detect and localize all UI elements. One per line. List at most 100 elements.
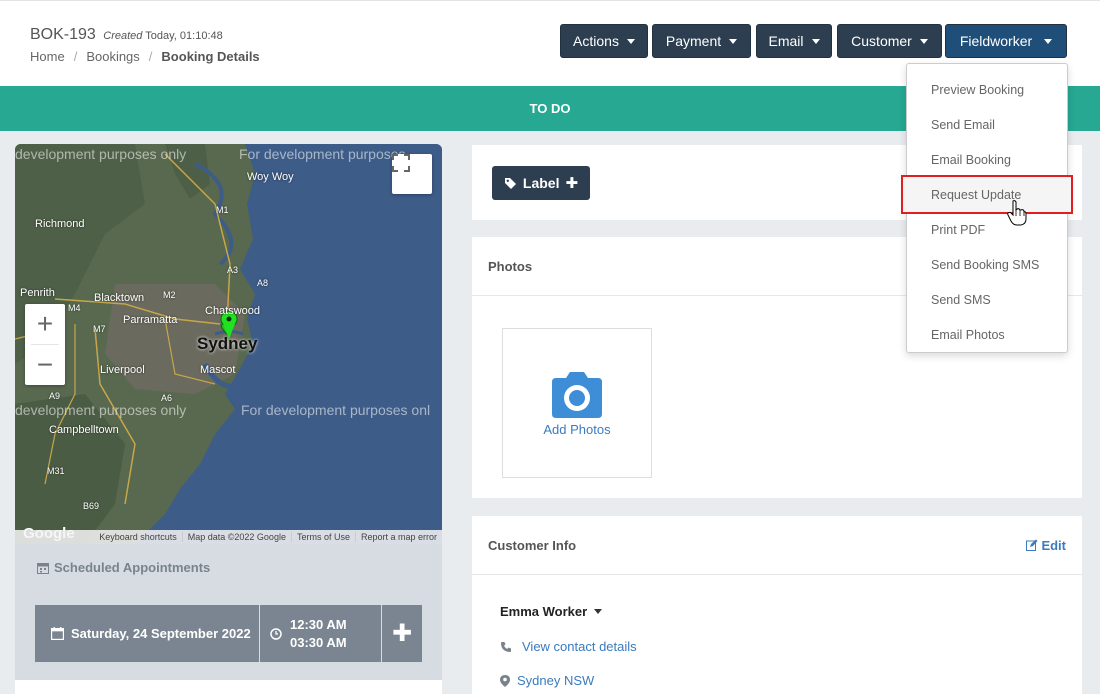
map-road-a3: A3	[227, 265, 239, 275]
booking-id: BOK-193	[30, 26, 96, 43]
add-label-button[interactable]: Label ✚	[492, 166, 590, 200]
appointment-time-range: 12:30 AM 03:30 AM	[290, 616, 347, 652]
caret-down-icon	[1044, 38, 1053, 44]
zoom-out-button[interactable]: −	[25, 345, 65, 385]
map-road-m4: M4	[68, 303, 81, 313]
created-time: Today, 01:10:48	[145, 30, 223, 42]
map-marker-icon	[500, 674, 510, 687]
caret-down-icon	[626, 38, 635, 44]
plus-icon: ✚	[565, 175, 579, 192]
scheduled-appointments-title: Scheduled Appointments	[37, 560, 210, 575]
caret-down-icon	[811, 38, 820, 44]
fullscreen-button[interactable]	[392, 154, 432, 194]
breadcrumb-separator: /	[148, 49, 153, 64]
camera-icon	[552, 371, 602, 418]
status-label: TO DO	[529, 101, 571, 116]
menu-item-send-booking-sms[interactable]: Send Booking SMS	[907, 247, 1067, 282]
map[interactable]: development purposes only For developmen…	[15, 144, 442, 544]
menu-item-print-pdf[interactable]: Print PDF	[907, 212, 1067, 247]
map-footer: Keyboard shortcuts Map data ©2022 Google…	[15, 530, 442, 544]
location-row[interactable]: Sydney NSW	[500, 673, 594, 688]
edit-label: Edit	[1041, 537, 1066, 553]
add-photos-label: Add Photos	[543, 421, 611, 437]
clock-icon	[270, 627, 282, 640]
minus-icon: −	[36, 349, 54, 380]
plus-icon: +	[36, 308, 54, 339]
map-road-b69: B69	[83, 501, 100, 511]
breadcrumb-current: Booking Details	[161, 49, 260, 64]
edit-customer-button[interactable]: Edit	[1026, 538, 1066, 553]
actions-button[interactable]: Actions	[560, 24, 648, 58]
map-watermark: development purposes only	[15, 146, 187, 162]
map-road-m1: M1	[216, 205, 229, 215]
breadcrumb-bookings[interactable]: Bookings	[86, 49, 139, 64]
breadcrumb-separator: /	[73, 49, 78, 64]
map-place-liverpool: Liverpool	[100, 364, 145, 376]
photos-title: Photos	[488, 258, 533, 274]
caret-down-icon	[919, 38, 928, 44]
map-place-mascot: Mascot	[200, 364, 236, 376]
scheduled-appointments-label: Scheduled Appointments	[54, 560, 211, 575]
map-road-m31: M31	[47, 466, 65, 476]
customer-info-header: Customer Info Edit	[472, 516, 1082, 575]
map-road-a6: A6	[161, 393, 173, 403]
caret-down-icon	[594, 609, 603, 614]
customer-info-title: Customer Info	[488, 537, 577, 553]
map-watermark: For development purposes	[239, 146, 406, 162]
map-data-attribution: Map data ©2022 Google	[181, 532, 291, 542]
payment-label: Payment	[665, 33, 722, 49]
calendar-icon	[51, 627, 64, 640]
menu-item-send-sms[interactable]: Send SMS	[907, 282, 1067, 317]
menu-item-email-photos[interactable]: Email Photos	[907, 317, 1067, 352]
map-place-richmond: Richmond	[35, 218, 85, 230]
phone-icon	[501, 641, 511, 652]
created-info: Created Today, 01:10:48	[103, 30, 222, 42]
map-place-woy-woy: Woy Woy	[247, 171, 294, 183]
menu-item-email-booking[interactable]: Email Booking	[907, 142, 1067, 177]
customer-name-dropdown[interactable]: Emma Worker	[500, 604, 603, 619]
customer-location-link[interactable]: Sydney NSW	[517, 673, 594, 688]
map-road-a9: A9	[49, 391, 61, 401]
map-road-m7: M7	[93, 324, 106, 334]
caret-down-icon	[729, 38, 738, 44]
map-road-m2: M2	[163, 290, 176, 300]
report-map-error-link[interactable]: Report a map error	[354, 532, 442, 542]
fieldworker-button[interactable]: Fieldworker	[945, 24, 1067, 58]
menu-item-send-email[interactable]: Send Email	[907, 107, 1067, 142]
appointment-date-label: Saturday, 24 September 2022	[71, 626, 251, 641]
payment-button[interactable]: Payment	[652, 24, 751, 58]
map-place-blacktown: Blacktown	[94, 292, 145, 304]
zoom-in-button[interactable]: +	[25, 304, 65, 344]
plus-icon: ✚	[391, 620, 413, 647]
add-photos-button[interactable]: Add Photos	[502, 328, 652, 478]
fullscreen-icon	[392, 154, 410, 172]
customer-label: Customer	[851, 33, 912, 49]
contact-details-row[interactable]: View contact details	[500, 639, 637, 654]
breadcrumb-home[interactable]: Home	[30, 49, 65, 64]
booking-title: BOK-193 Created Today, 01:10:48	[30, 26, 223, 44]
fieldworker-dropdown-menu: Preview Booking Send Email Email Booking…	[901, 63, 1073, 353]
tag-icon	[504, 177, 516, 189]
panel-below-schedule	[15, 680, 442, 694]
appointment-row[interactable]: Saturday, 24 September 2022 12:30 AM 03:…	[35, 605, 422, 662]
view-contact-details-link[interactable]: View contact details	[522, 639, 637, 654]
customer-button[interactable]: Customer	[837, 24, 942, 58]
menu-item-request-update[interactable]: Request Update	[901, 175, 1073, 214]
map-road-a8: A8	[257, 278, 269, 288]
email-label: Email	[768, 33, 804, 49]
breadcrumb: Home / Bookings / Booking Details	[30, 49, 260, 64]
map-watermark: development purposes only	[15, 402, 187, 418]
appointment-date: Saturday, 24 September 2022	[35, 605, 260, 662]
created-label: Created	[103, 30, 143, 42]
appointment-time: 12:30 AM 03:30 AM	[260, 605, 382, 662]
map-place-campbelltown: Campbelltown	[49, 424, 119, 436]
appointment-start-time: 12:30 AM	[290, 616, 347, 632]
map-place-penrith: Penrith	[20, 287, 55, 299]
menu-item-preview-booking[interactable]: Preview Booking	[907, 72, 1067, 107]
keyboard-shortcuts-link[interactable]: Keyboard shortcuts	[94, 532, 182, 542]
add-appointment-button[interactable]: ✚	[382, 619, 422, 648]
terms-of-use-link[interactable]: Terms of Use	[290, 532, 355, 542]
fieldworker-label: Fieldworker	[959, 33, 1033, 49]
zoom-control: + −	[25, 304, 65, 385]
email-button[interactable]: Email	[756, 24, 832, 58]
